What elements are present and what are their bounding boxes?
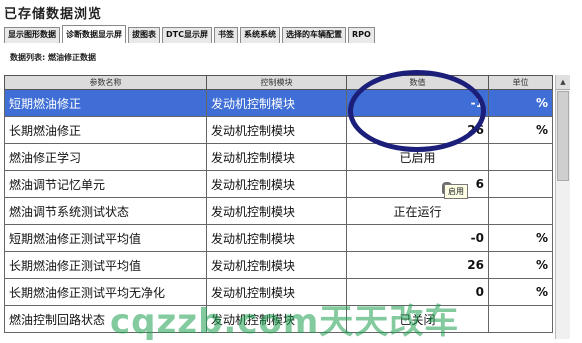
data-list-label: 数据列表: 燃油修正数据 (10, 53, 96, 62)
row-module: 发动机控制模块 (206, 89, 347, 117)
header-unit[interactable]: 单位 (488, 75, 553, 90)
tab-bar: 显示图形数据 诊断数据显示屏 拔图表 DTC显示屏 书签 系统系统 选择的车辆配… (4, 25, 377, 43)
table-row[interactable]: 燃油调节系统测试状态 发动机控制模块 正在运行 (4, 197, 553, 225)
row-unit (488, 143, 553, 171)
row-unit: % (488, 116, 553, 144)
row-unit: % (488, 251, 553, 279)
row-unit: % (488, 89, 553, 117)
tab-rpo[interactable]: RPO (347, 27, 375, 43)
row-value: 26 (346, 116, 489, 144)
row-module: 发动机控制模块 (206, 251, 347, 279)
table-row[interactable]: 燃油调节记忆单元 发动机控制模块 6 (4, 170, 553, 198)
scrollbar-thumb[interactable] (557, 91, 569, 181)
tab-graphic-data[interactable]: 显示图形数据 (4, 27, 60, 43)
tab-diagnostic-data[interactable]: 诊断数据显示屏 (62, 25, 126, 43)
row-unit (488, 305, 553, 333)
window-title: 已存储数据浏览 (4, 7, 103, 22)
header-control-module[interactable]: 控制模块 (206, 75, 347, 90)
row-unit: % (488, 224, 553, 252)
row-param-name: 短期燃油修正 (4, 89, 207, 117)
row-param-name: 长期燃油修正 (4, 116, 207, 144)
table-row[interactable]: 长期燃油修正 发动机控制模块 26 % (4, 116, 553, 144)
row-unit (488, 197, 553, 225)
row-value: 26 (346, 251, 489, 279)
table-row[interactable]: 短期燃油修正测试平均值 发动机控制模块 -0 % (4, 224, 553, 252)
row-value: 正在运行 (346, 197, 489, 225)
vertical-scrollbar[interactable]: ▲ (555, 75, 570, 339)
row-value: 已启用 (346, 143, 489, 171)
scroll-up-arrow-icon[interactable]: ▲ (556, 75, 570, 90)
row-module: 发动机控制模块 (206, 224, 347, 252)
tab-bookmarks[interactable]: 书签 (213, 27, 238, 43)
table-row[interactable]: 短期燃油修正 发动机控制模块 -1 % (4, 89, 553, 117)
tab-systems[interactable]: 系统系统 (239, 27, 280, 43)
tab-dtc[interactable]: DTC显示屏 (162, 27, 212, 43)
row-param-name: 燃油调节系统测试状态 (4, 197, 207, 225)
row-param-name: 长期燃油修正测试平均值 (4, 251, 207, 279)
tooltip: 启用 (444, 184, 468, 199)
tab-vehicle-config[interactable]: 选择的车辆配置 (281, 27, 346, 43)
header-parameter-name[interactable]: 参数名称 (4, 75, 207, 90)
row-param-name: 短期燃油修正测试平均值 (4, 224, 207, 252)
row-value: -1 (346, 89, 489, 117)
row-module: 发动机控制模块 (206, 143, 347, 171)
row-module: 发动机控制模块 (206, 170, 347, 198)
tab-charts[interactable]: 拔图表 (128, 27, 160, 43)
table-header-row: 参数名称 控制模块 数值 单位 (4, 75, 553, 90)
watermark: cqzzb.com天天改车 (110, 302, 460, 342)
row-unit: % (488, 278, 553, 306)
row-module: 发动机控制模块 (206, 197, 347, 225)
row-module: 发动机控制模块 (206, 116, 347, 144)
header-value[interactable]: 数值 (346, 75, 489, 90)
row-param-name: 燃油修正学习 (4, 143, 207, 171)
table-row[interactable]: 燃油修正学习 发动机控制模块 已启用 (4, 143, 553, 171)
table-row[interactable]: 长期燃油修正测试平均值 发动机控制模块 26 % (4, 251, 553, 279)
row-param-name: 燃油调节记忆单元 (4, 170, 207, 198)
row-value: -0 (346, 224, 489, 252)
row-unit (488, 170, 553, 198)
